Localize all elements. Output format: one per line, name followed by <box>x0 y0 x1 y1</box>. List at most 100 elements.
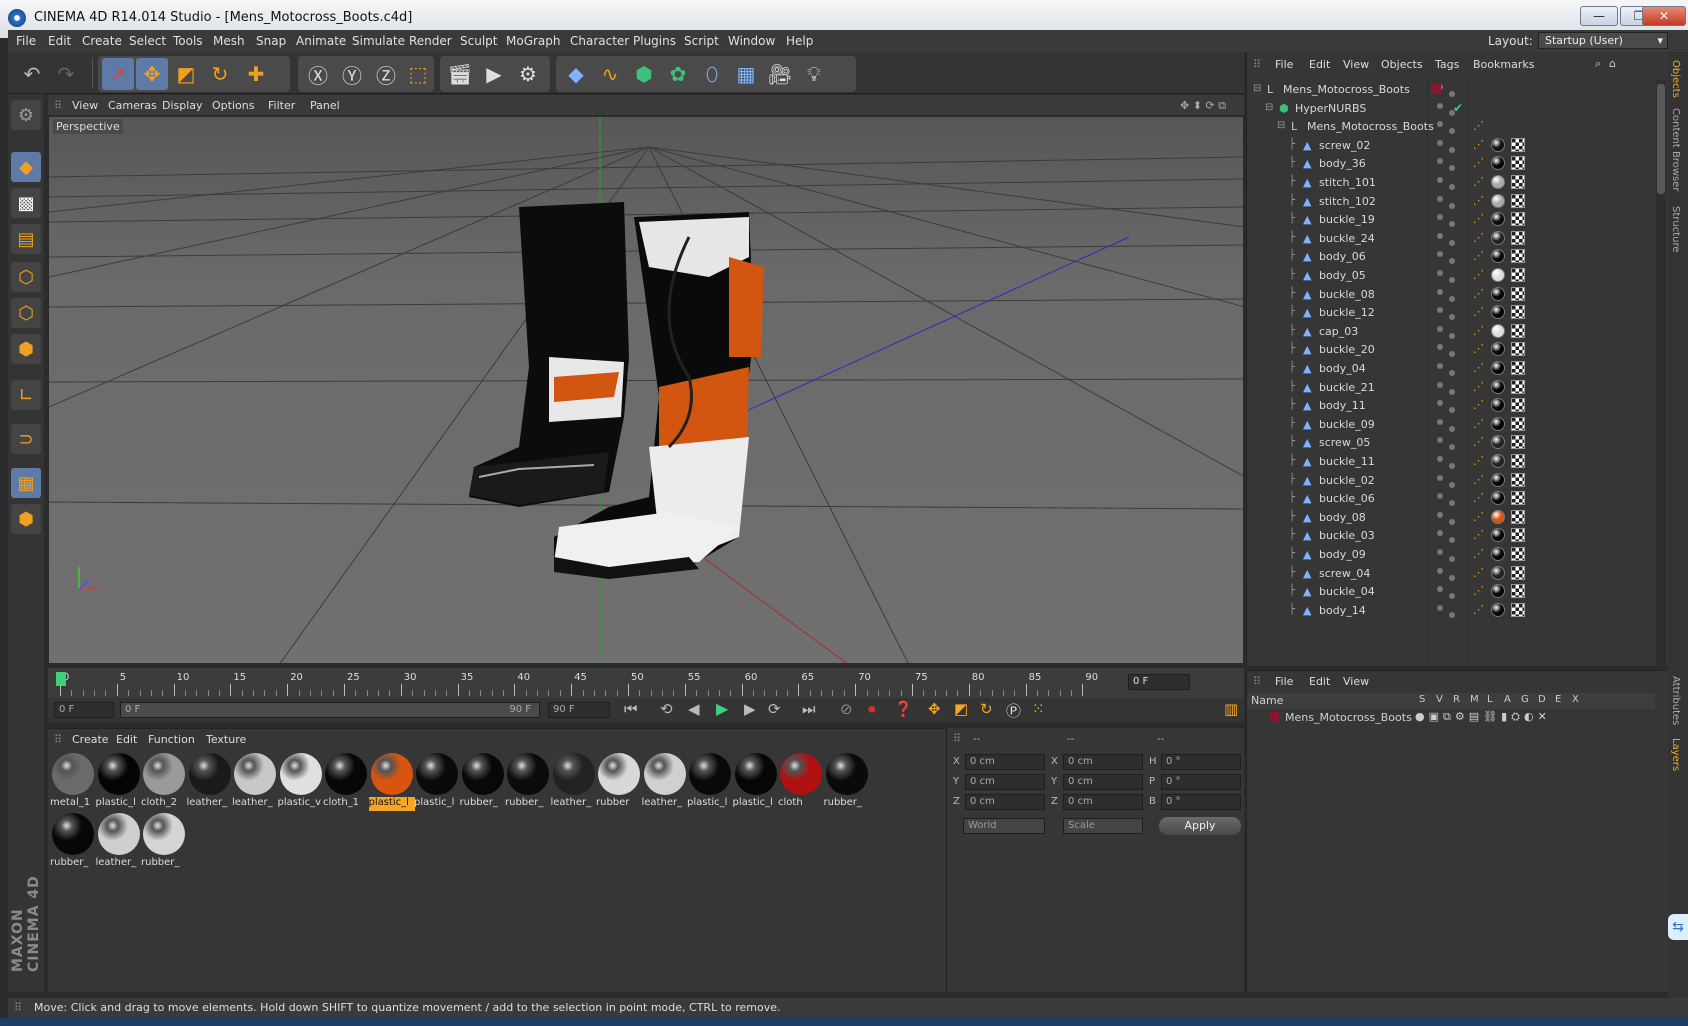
snap-button[interactable]: ⊃ <box>11 424 41 454</box>
size-x-field[interactable]: 0 cm <box>1063 754 1143 770</box>
editor-visibility-dot[interactable] <box>1437 288 1443 295</box>
uvw-tag-icon[interactable] <box>1511 472 1525 487</box>
collapse-icon[interactable]: ⊟ <box>1253 83 1261 94</box>
object-name[interactable]: body_05 <box>1319 269 1366 282</box>
editor-visibility-dot[interactable] <box>1437 474 1443 481</box>
object-row[interactable]: ├ ▲ buckle_09 ⋰ <box>1247 415 1655 435</box>
render-visibility-dot[interactable] <box>1449 146 1455 153</box>
editor-visibility-dot[interactable] <box>1437 102 1443 109</box>
x-axis-button[interactable]: Ⓧ <box>302 58 334 90</box>
object-name[interactable]: cap_03 <box>1319 325 1358 338</box>
material-tag-icon[interactable] <box>1491 156 1505 171</box>
editor-visibility-dot[interactable] <box>1437 177 1443 183</box>
layer-column-header[interactable]: D <box>1538 694 1546 705</box>
workplane-lock-button[interactable]: ▦ <box>11 468 41 498</box>
scale-dropdown[interactable]: Scale <box>1063 818 1143 834</box>
editor-visibility-dot[interactable] <box>1437 232 1443 239</box>
object-name[interactable]: buckle_12 <box>1319 306 1375 319</box>
cube-button[interactable]: ◆ <box>560 58 592 90</box>
render-visibility-dot[interactable] <box>1449 444 1455 451</box>
material-tag-icon[interactable] <box>1491 137 1505 152</box>
search-icon[interactable]: ⌕ <box>1595 57 1601 71</box>
menu-simulate[interactable]: Simulate <box>352 34 405 48</box>
material-swatch[interactable]: plastic_l <box>687 751 733 813</box>
material-swatch[interactable]: rubber_ <box>824 751 870 813</box>
menu-render[interactable]: Render <box>409 34 452 48</box>
phong-tag-icon[interactable]: ⋰ <box>1473 435 1484 448</box>
menu-plugins[interactable]: Plugins <box>633 34 676 48</box>
render-visibility-dot[interactable] <box>1449 370 1455 376</box>
previous-key-icon[interactable]: ⟲ <box>660 700 673 718</box>
phong-tag-icon[interactable]: ⋰ <box>1473 510 1484 523</box>
object-name[interactable]: buckle_09 <box>1319 418 1375 431</box>
material-tag-icon[interactable] <box>1491 305 1505 320</box>
object-row[interactable]: ├ ▲ buckle_19 ⋰ <box>1247 210 1655 230</box>
workplane-mode-button[interactable]: ▤ <box>11 224 41 254</box>
rotate-button[interactable]: ↻ <box>204 58 236 90</box>
material-tag-icon[interactable] <box>1491 249 1505 264</box>
object-row[interactable]: ├ ▲ screw_05 ⋰ <box>1247 433 1655 453</box>
editor-visibility-dot[interactable] <box>1437 251 1443 258</box>
render-visibility-dot[interactable] <box>1449 611 1455 618</box>
object-row[interactable]: ├ ▲ buckle_12 ⋰ <box>1247 303 1655 323</box>
menu-create[interactable]: Create <box>82 34 122 48</box>
frame-range-slider[interactable]: 0 F 90 F <box>120 702 540 718</box>
render-visibility-dot[interactable] <box>1449 463 1455 469</box>
render-visibility-dot[interactable] <box>1449 481 1455 488</box>
objects-scrollbar[interactable] <box>1656 80 1666 666</box>
render-visibility-dot[interactable] <box>1449 165 1455 172</box>
material-swatch[interactable]: rubber_ <box>141 811 187 873</box>
material-tag-icon[interactable] <box>1491 491 1505 506</box>
material-tag-icon[interactable] <box>1491 454 1505 468</box>
object-name[interactable]: buckle_03 <box>1319 529 1375 542</box>
point-level-icon[interactable]: ⁙ <box>1032 700 1045 718</box>
live-selection-button[interactable]: ➚ <box>102 58 134 90</box>
editor-visibility-dot[interactable] <box>1437 139 1443 146</box>
material-tag-icon[interactable] <box>1491 361 1505 375</box>
material-swatch[interactable]: cloth_1 <box>323 751 369 813</box>
object-row[interactable]: ├ ▲ cap_03 ⋰ <box>1247 322 1655 342</box>
move-button[interactable]: ✥ <box>136 58 168 90</box>
phong-tag-icon[interactable]: ⋰ <box>1473 491 1484 504</box>
phong-tag-icon[interactable]: ⋰ <box>1473 417 1484 430</box>
material-swatch[interactable]: leather_ <box>96 811 142 873</box>
rotation-key-icon[interactable]: ↻ <box>980 700 993 718</box>
object-name[interactable]: buckle_04 <box>1319 585 1375 598</box>
render-visibility-dot[interactable] <box>1449 128 1455 135</box>
uvw-tag-icon[interactable] <box>1511 361 1525 375</box>
parameter-key-icon[interactable]: Ⓟ <box>1006 700 1021 721</box>
phong-tag-icon[interactable]: ⋰ <box>1473 603 1484 616</box>
render-visibility-dot[interactable] <box>1449 184 1455 190</box>
material-swatch[interactable]: leather_ <box>551 751 597 813</box>
uvw-tag-icon[interactable] <box>1511 175 1525 189</box>
material-swatch[interactable]: plastic_v <box>278 751 324 813</box>
phong-tag-icon[interactable]: ⋰ <box>1473 212 1484 225</box>
material-swatch[interactable]: rubber <box>596 751 642 813</box>
material-swatch[interactable]: plastic_l <box>368 751 415 813</box>
layer-color-swatch[interactable] <box>1269 712 1279 722</box>
play-icon[interactable]: ▶ <box>716 699 728 718</box>
phong-tag-icon[interactable]: ⋰ <box>1473 361 1484 374</box>
viewport-menu-filter[interactable]: Filter <box>268 99 295 112</box>
layer-toggle-icons[interactable]: ●▣⧉⚙▤⛓▮⛭◐✕ <box>1415 710 1551 724</box>
collapse-icon[interactable]: ⊟ <box>1277 120 1285 131</box>
undo-button[interactable]: ↶ <box>16 58 48 90</box>
floor-button[interactable]: ▦ <box>730 58 762 90</box>
uvw-tag-icon[interactable] <box>1511 212 1525 227</box>
phong-tag-icon[interactable]: ⋰ <box>1473 566 1484 579</box>
editor-visibility-dot[interactable] <box>1437 270 1443 276</box>
phong-tag-icon[interactable]: ⋰ <box>1473 342 1484 355</box>
phong-tag-icon[interactable]: ⋰ <box>1473 268 1484 281</box>
layer-column-header[interactable]: X <box>1572 694 1579 705</box>
object-name[interactable]: screw_04 <box>1319 567 1370 580</box>
object-row[interactable]: ├ ▲ buckle_21 ⋰ <box>1247 378 1655 398</box>
minimize-button[interactable]: — <box>1580 6 1618 26</box>
material-tag-icon[interactable] <box>1491 212 1505 227</box>
spline-button[interactable]: ∿ <box>594 58 626 90</box>
menu-tools[interactable]: Tools <box>173 34 203 48</box>
render-visibility-dot[interactable] <box>1449 314 1455 321</box>
render-view-button[interactable]: 🎬︎ <box>444 58 476 90</box>
uvw-tag-icon[interactable] <box>1511 454 1525 468</box>
menu-file[interactable]: File <box>16 34 36 48</box>
material-swatch[interactable]: plastic_l <box>733 751 779 813</box>
